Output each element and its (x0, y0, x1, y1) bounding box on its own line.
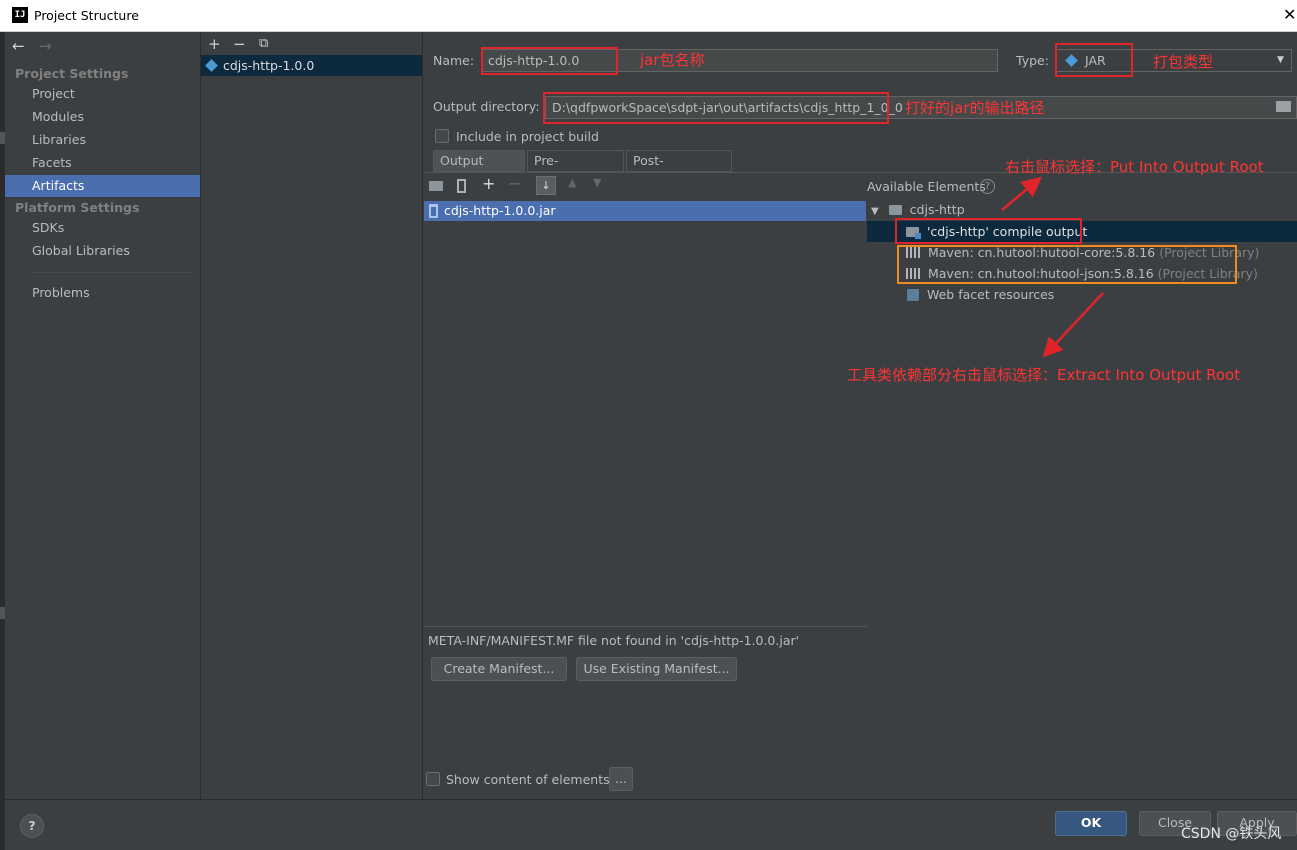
show-content-checkbox[interactable] (426, 772, 440, 786)
arrow-extract-into-root (1042, 292, 1104, 358)
ok-button[interactable]: OK (1055, 811, 1127, 836)
create-manifest-button[interactable]: Create Manifest... (431, 657, 567, 681)
manifest-message: META-INF/MANIFEST.MF file not found in '… (428, 633, 800, 648)
use-existing-manifest-button[interactable]: Use Existing Manifest... (576, 657, 737, 681)
help-button[interactable]: ? (20, 814, 44, 838)
arrow-put-into-root (1001, 176, 1042, 211)
manifest-divider (424, 626, 867, 627)
show-content-label: Show content of elements (446, 772, 610, 787)
more-options-button[interactable]: ... (609, 767, 633, 791)
csdn-watermark: CSDN @铁头风 (1181, 826, 1282, 842)
annotation-arrows (1001, 176, 1104, 358)
